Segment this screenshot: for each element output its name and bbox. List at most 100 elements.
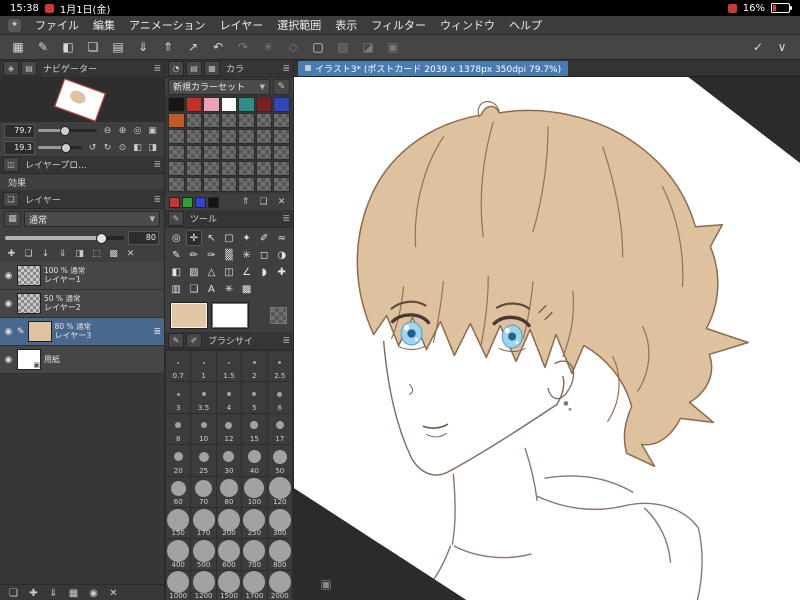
brush-size-40[interactable]: 40 — [242, 445, 267, 476]
material-tool[interactable]: ❏ — [186, 281, 203, 297]
menu-item-9[interactable]: ヘルプ — [509, 17, 542, 33]
brush-size-0.7[interactable]: 0.7 — [166, 351, 191, 382]
correction-tool[interactable]: ✚ — [273, 264, 290, 280]
color-swatch[interactable] — [273, 97, 290, 112]
menu-item-4[interactable]: レイヤー — [220, 17, 264, 33]
palette-delete-icon[interactable]: ✕ — [274, 195, 289, 209]
menu-item-6[interactable]: 表示 — [335, 17, 357, 33]
export-button[interactable]: ⇑ — [156, 37, 180, 57]
color-swatch[interactable] — [255, 129, 273, 144]
snap-button[interactable]: ◇ — [281, 37, 305, 57]
layer-thumbnail[interactable] — [27, 321, 52, 342]
bottom-record-button[interactable]: ◉ — [86, 587, 101, 600]
color-swatch[interactable] — [238, 145, 255, 160]
text-tool[interactable]: A — [203, 281, 220, 297]
brush-size-60[interactable]: 60 — [166, 476, 191, 507]
brush-size-3[interactable]: 3 — [166, 382, 191, 413]
layer-thumbnail[interactable] — [17, 265, 41, 286]
brush-size-1500[interactable]: 1500 — [216, 570, 242, 600]
brush-size-3.5[interactable]: 3.5 — [191, 382, 216, 413]
brush-size-300[interactable]: 300 — [267, 507, 292, 539]
figure-tool[interactable]: △ — [203, 264, 220, 280]
tone-tool[interactable]: ▥ — [168, 281, 185, 297]
operation-tool[interactable]: ↖ — [203, 230, 220, 246]
brush-size-800[interactable]: 800 — [267, 539, 292, 570]
color-swatch[interactable] — [185, 97, 203, 112]
rotate-right-button[interactable]: ↻ — [100, 141, 115, 155]
brush-size-700[interactable]: 700 — [242, 539, 267, 570]
color-swatch[interactable] — [255, 97, 273, 112]
pencil-tool[interactable]: ✏ — [186, 247, 203, 263]
brush-size-15[interactable]: 15 — [242, 413, 267, 445]
layer-visibility-icon[interactable]: ◉ — [3, 299, 14, 309]
menu-item-7[interactable]: フィルター — [371, 17, 426, 33]
sub-color-chip[interactable] — [212, 303, 248, 328]
redo-button[interactable]: ↷ — [231, 37, 255, 57]
brush-size-2.5[interactable]: 2.5 — [267, 351, 292, 382]
save-button[interactable]: ⇓ — [131, 37, 155, 57]
canvas-view[interactable]: ▣ — [294, 77, 800, 600]
color-swatch[interactable] — [168, 129, 185, 144]
rotate-reset-button[interactable]: ⊙ — [115, 141, 130, 155]
layer-property-panel-menu-icon[interactable]: ≣ — [153, 160, 161, 170]
quick-color-swatch[interactable] — [182, 196, 193, 208]
new-layer-button[interactable]: ✚ — [4, 247, 19, 261]
layer-panel-menu-icon[interactable]: ≣ — [153, 195, 161, 205]
ruler-tool[interactable]: ∠ — [238, 264, 255, 280]
palette-export-icon[interactable]: ⇑ — [238, 195, 253, 209]
eraser-tool[interactable]: ◻ — [256, 247, 273, 263]
navigator-preview[interactable] — [0, 78, 164, 122]
color-swatch[interactable] — [255, 145, 273, 160]
brush-size-1700[interactable]: 1700 — [242, 570, 267, 600]
layer-row-4[interactable]: ◉ ▣ 用紙 — [0, 346, 164, 374]
opacity-slider[interactable] — [5, 232, 124, 244]
layer-tab-icon[interactable]: ❏ — [3, 192, 19, 207]
main-color-chip[interactable] — [171, 303, 207, 328]
share-button[interactable]: ↗ — [181, 37, 205, 57]
color-swatch[interactable] — [185, 113, 203, 128]
correction-button[interactable]: ✳ — [256, 37, 280, 57]
color-swatch[interactable] — [220, 177, 238, 192]
opacity-value-box[interactable]: 80 — [128, 230, 159, 245]
collapse-toolbar-button[interactable]: ∨ — [770, 37, 794, 57]
rotate-slider[interactable] — [38, 143, 82, 153]
menu-item-1[interactable]: ファイル — [35, 17, 79, 33]
pattern-tool[interactable]: ▩ — [238, 281, 255, 297]
open-file-button[interactable]: ▤ — [106, 37, 130, 57]
color-swatch[interactable] — [203, 145, 220, 160]
select-layer-button[interactable]: ▨ — [331, 37, 355, 57]
blend-mode-dropdown[interactable]: 通常 ▼ — [24, 211, 160, 227]
frame-button[interactable]: ▢ — [306, 37, 330, 57]
color-swatch[interactable] — [238, 177, 255, 192]
layer-visibility-icon[interactable]: ◉ — [3, 327, 14, 337]
brush-size-30[interactable]: 30 — [216, 445, 242, 476]
brush-size-600[interactable]: 600 — [216, 539, 242, 570]
document-tab[interactable]: イラスト3* (ポストカード 2039 x 1378px 350dpi 79.7… — [298, 60, 569, 76]
color-swatch[interactable] — [168, 97, 185, 112]
color-swatch[interactable] — [203, 129, 220, 144]
color-swatch[interactable] — [185, 145, 203, 160]
transparent-color-chip[interactable] — [270, 307, 287, 324]
brush-size-8[interactable]: 8 — [166, 413, 191, 445]
brush-size-80[interactable]: 80 — [216, 476, 242, 507]
color-swatch[interactable] — [203, 113, 220, 128]
brush-size-120[interactable]: 120 — [267, 476, 292, 507]
color-swatch[interactable] — [203, 161, 220, 176]
brush-size-1200[interactable]: 1200 — [191, 570, 216, 600]
color-swatch[interactable] — [220, 145, 238, 160]
new-file-button[interactable]: ❏ — [81, 37, 105, 57]
color-swatch[interactable] — [185, 129, 203, 144]
brush-size-2000[interactable]: 2000 — [267, 570, 292, 600]
brush-size-4[interactable]: 4 — [216, 382, 242, 413]
bottom-transfer-button[interactable]: ⇓ — [46, 587, 61, 600]
layer-visibility-icon[interactable]: ◉ — [3, 355, 14, 365]
color-swatch[interactable] — [273, 145, 290, 160]
color-swatch[interactable] — [273, 177, 290, 192]
brush-size-2[interactable]: 2 — [242, 351, 267, 382]
bottom-delete-button[interactable]: ✕ — [106, 587, 121, 600]
balloon-tool[interactable]: ◗ — [256, 264, 273, 280]
menu-item-8[interactable]: ウィンドウ — [440, 17, 495, 33]
fill-tool[interactable]: ◧ — [168, 264, 185, 280]
navigator-tab-icon[interactable]: ◈ — [3, 61, 19, 76]
new-folder-button[interactable]: ❏ — [21, 247, 36, 261]
